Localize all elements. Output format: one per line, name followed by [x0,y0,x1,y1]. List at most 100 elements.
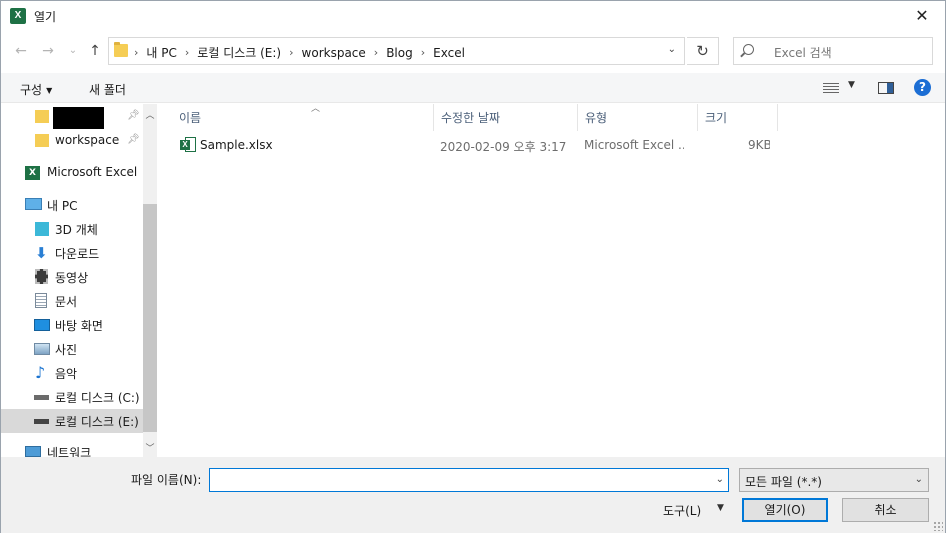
chevron-right-icon: › [420,46,426,59]
file-list: 이름 ︿ 수정한 날짜 유형 크기 X Sample.xlsx 2020-02-… [159,104,945,457]
breadcrumb-local-disk-e[interactable]: 로컬 디스크 (E:) [197,44,281,61]
pin-icon: 📌︎ [127,110,140,121]
pin-icon: 📌︎ [127,134,140,145]
sidebar-item-local-disk-e[interactable]: 로컬 디스크 (E:) [1,409,143,433]
breadcrumb: › 내 PC › 로컬 디스크 (E:) › workspace › Blog … [134,44,473,61]
preview-pane-icon[interactable] [878,82,894,94]
sidebar-item-documents[interactable]: 문서 [1,290,143,312]
tools-button[interactable]: 도구(L) [663,502,701,519]
chevron-right-icon: › [373,46,379,59]
excel-app-icon: X [10,8,26,24]
excel-file-icon: X [180,137,196,152]
sidebar-item-label: 음악 [55,367,78,381]
organize-button[interactable]: 구성 ▼ [20,81,52,98]
sidebar-item-label: 내 PC [47,199,78,213]
filename-field[interactable]: ⌄ [209,468,729,492]
sidebar-item-pictures[interactable]: 사진 [1,338,143,360]
sidebar-item-microsoft-excel[interactable]: X Microsoft Excel [1,162,143,184]
column-header-name[interactable]: 이름 ︿ [172,104,434,131]
column-header-label: 수정한 날짜 [441,111,501,125]
download-icon: ⬇ [35,244,48,262]
file-modified: 2020-02-09 오후 3:17 [440,140,567,154]
folder-icon [35,110,49,123]
help-icon[interactable]: ? [914,79,931,96]
sidebar-item-label: workspace [55,133,120,147]
caret-down-icon: ▼ [46,86,53,95]
sidebar-scrollbar[interactable]: ︿ ﹀ [143,104,157,457]
breadcrumb-workspace[interactable]: workspace [302,46,366,60]
drive-icon [34,419,49,424]
file-type: Microsoft Excel ... [584,138,684,152]
sidebar-item-local-disk-c[interactable]: 로컬 디스크 (C:) [1,386,143,408]
column-header-type[interactable]: 유형 [578,104,698,131]
sidebar-item-label: 바탕 화면 [55,319,103,333]
search-icon [743,44,754,55]
sidebar-item-music[interactable]: ♪ 음악 [1,362,143,384]
view-options-icon[interactable] [823,83,839,94]
search-input[interactable]: Excel 검색 [733,37,933,65]
file-name: Sample.xlsx [200,138,273,152]
dialog-footer: 파일 이름(N): ⌄ 모든 파일 (*.*) ⌄ 도구(L) ▼ 열기(O) … [1,457,945,533]
open-button[interactable]: 열기(O) [742,498,828,522]
3d-objects-icon [35,222,49,236]
computer-icon [25,198,42,210]
folder-icon [114,42,128,57]
caret-down-icon[interactable]: ▼ [848,80,855,90]
forward-button[interactable]: → [39,41,57,61]
chevron-right-icon: › [289,46,294,59]
column-header-size[interactable]: 크기 [698,104,778,131]
filetype-select[interactable]: 모든 파일 (*.*) ⌄ [739,468,929,492]
file-size: 9KB [748,138,770,152]
refresh-button[interactable]: ↻ [687,37,719,65]
column-header-label: 이름 [179,111,202,125]
excel-icon: X [25,166,40,180]
column-header-label: 크기 [705,111,728,125]
file-row[interactable]: X Sample.xlsx 2020-02-09 오후 3:17 Microso… [159,134,945,156]
recent-locations-button[interactable]: ⌄ [64,41,82,61]
chevron-down-icon[interactable]: ⌄ [716,474,724,485]
video-icon [35,269,48,284]
sidebar-item-3d-objects[interactable]: 3D 개체 [1,218,143,240]
sidebar-item-network[interactable]: 네트워크 [1,441,143,457]
close-button[interactable]: ✕ [899,1,945,31]
sidebar-item-label: 네트워크 [47,446,92,457]
breadcrumb-excel[interactable]: Excel [433,46,465,60]
breadcrumb-blog[interactable]: Blog [386,46,413,60]
filename-label: 파일 이름(N): [131,473,202,487]
new-folder-button[interactable]: 새 폴더 [89,81,126,98]
column-header-modified[interactable]: 수정한 날짜 [434,104,578,131]
chevron-right-icon: › [134,46,139,59]
sidebar-item-my-pc[interactable]: 내 PC [1,194,143,216]
sidebar-item-label: 로컬 디스크 (C:) [55,391,140,405]
search-placeholder: Excel 검색 [774,46,832,60]
scroll-thumb[interactable] [143,204,157,432]
sidebar-item-label: 사진 [55,343,78,357]
sidebar-item-downloads[interactable]: ⬇ 다운로드 [1,242,143,264]
address-bar[interactable]: › 내 PC › 로컬 디스크 (E:) › workspace › Blog … [108,37,685,65]
scroll-up-arrow-icon[interactable]: ︿ [143,108,157,121]
redacted-label [53,107,104,129]
open-file-dialog: X 열기 ✕ ← → ⌄ ↑ › 내 PC › 로컬 디스크 (E:) › wo… [0,0,946,533]
sidebar-item-label: 로컬 디스크 (E:) [55,415,139,429]
column-header-label: 유형 [585,111,608,125]
cancel-button[interactable]: 취소 [842,498,929,522]
caret-down-icon[interactable]: ▼ [717,503,724,513]
network-icon [25,446,41,457]
chevron-down-icon[interactable]: ⌄ [668,44,676,55]
sidebar-item-label: 문서 [55,295,78,309]
music-icon: ♪ [35,363,46,382]
drive-icon [34,395,49,400]
chevron-right-icon: › [184,46,190,59]
sidebar-item-videos[interactable]: 동영상 [1,266,143,288]
sidebar-item-label: 3D 개체 [55,223,98,237]
resize-grip[interactable] [933,521,943,531]
sidebar-item-redacted[interactable]: 📌︎ [1,106,143,129]
sidebar-item-workspace[interactable]: workspace 📌︎ [1,130,143,152]
up-button[interactable]: ↑ [86,41,104,61]
scroll-down-arrow-icon[interactable]: ﹀ [143,441,157,454]
back-button[interactable]: ← [12,41,30,61]
document-icon [35,293,47,308]
breadcrumb-my-pc[interactable]: 내 PC [146,44,176,61]
command-toolbar: 구성 ▼ 새 폴더 ▼ ? [1,73,945,103]
sidebar-item-desktop[interactable]: 바탕 화면 [1,314,143,336]
